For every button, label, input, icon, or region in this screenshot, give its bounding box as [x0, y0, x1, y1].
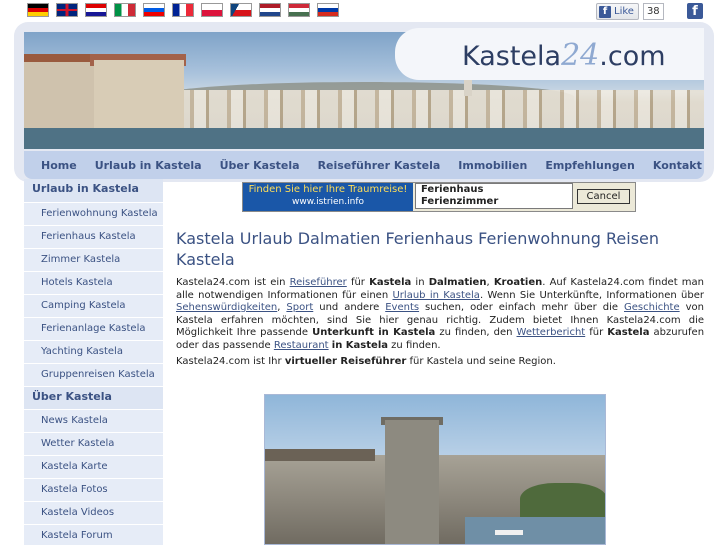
ad-listbox[interactable]: Ferienhaus Ferienzimmer ▲ ▼ — [415, 183, 573, 209]
link-sport[interactable]: Sport — [286, 302, 313, 313]
link-sehenswuerdigkeiten[interactable]: Sehenswürdigkeiten — [176, 302, 277, 313]
sidebar-item-camping[interactable]: Camping Kastela — [24, 294, 163, 317]
nav-immobilien[interactable]: Immobilien — [458, 159, 527, 172]
nav-home[interactable]: Home — [41, 159, 77, 172]
sidebar-item-fotos[interactable]: Kastela Fotos — [24, 478, 163, 501]
top-bar: f Like 38 f — [0, 0, 727, 22]
like-label: Like — [614, 6, 634, 17]
sidebar-item-yachting[interactable]: Yachting Kastela — [24, 340, 163, 363]
sidebar-item-news[interactable]: News Kastela — [24, 409, 163, 432]
flag-de-icon[interactable] — [27, 3, 49, 17]
link-reisefuehrer[interactable]: Reiseführer — [290, 277, 347, 288]
sidebar-item-ferienhaus[interactable]: Ferienhaus Kastela — [24, 225, 163, 248]
ad-cancel-button[interactable]: Cancel — [577, 189, 630, 204]
sidebar-item-ferienwohnung[interactable]: Ferienwohnung Kastela — [24, 202, 163, 225]
nav-ueber-kastela[interactable]: Über Kastela — [220, 159, 300, 172]
link-urlaub[interactable]: Urlaub in Kastela — [392, 290, 479, 301]
facebook-icon[interactable]: f — [687, 3, 703, 19]
kastela-castle-photo — [264, 394, 606, 545]
intro-paragraph: Kastela24.com ist ein Reiseführer für Ka… — [176, 277, 705, 351]
sidebar-section-ueber[interactable]: Über Kastela — [24, 386, 163, 409]
sidebar-item-forum[interactable]: Kastela Forum — [24, 524, 163, 545]
flag-gb-icon[interactable] — [56, 3, 78, 17]
page-title: Kastela Urlaub Dalmatien Ferienhaus Feri… — [176, 229, 660, 269]
sidebar-item-videos[interactable]: Kastela Videos — [24, 501, 163, 524]
sidebar-item-zimmer[interactable]: Zimmer Kastela — [24, 248, 163, 271]
ad-banner: Finden Sie hier Ihre Traumreise! www.ist… — [242, 182, 636, 212]
ad-url: www.istrien.info — [291, 197, 365, 207]
ad-option-ferienzimmer[interactable]: Ferienzimmer — [421, 196, 572, 208]
flag-it-icon[interactable] — [114, 3, 136, 17]
link-geschichte[interactable]: Geschichte — [624, 302, 680, 313]
sidebar-item-gruppenreisen[interactable]: Gruppenreisen Kastela — [24, 363, 163, 386]
flag-hr-icon[interactable] — [85, 3, 107, 17]
ad-link[interactable]: Finden Sie hier Ihre Traumreise! www.ist… — [243, 183, 413, 211]
main-content: Kastela Urlaub Dalmatien Ferienhaus Feri… — [176, 228, 704, 368]
ad-option-ferienhaus[interactable]: Ferienhaus — [421, 184, 572, 196]
ad-headline: Finden Sie hier Ihre Traumreise! — [248, 184, 408, 195]
sidebar-section-urlaub[interactable]: Urlaub in Kastela — [24, 179, 163, 202]
link-events[interactable]: Events — [385, 302, 419, 313]
nav-empfehlungen[interactable]: Empfehlungen — [545, 159, 635, 172]
sidebar: Urlaub in Kastela Ferienwohnung Kastela … — [24, 179, 163, 545]
flag-pl-icon[interactable] — [201, 3, 223, 17]
main-navigation: Home Urlaub in Kastela Über Kastela Reis… — [24, 151, 704, 179]
sidebar-item-wetter[interactable]: Wetter Kastela — [24, 432, 163, 455]
flag-ru-icon[interactable] — [317, 3, 339, 17]
link-restaurant[interactable]: Restaurant — [274, 340, 329, 351]
sidebar-item-karte[interactable]: Kastela Karte — [24, 455, 163, 478]
flag-cz-icon[interactable] — [230, 3, 252, 17]
like-count: 38 — [642, 3, 664, 20]
flag-si-icon[interactable] — [143, 3, 165, 17]
flag-fr-icon[interactable] — [172, 3, 194, 17]
link-wetterbericht[interactable]: Wetterbericht — [517, 327, 586, 338]
facebook-like-button[interactable]: f Like — [596, 3, 639, 20]
sidebar-item-hotels[interactable]: Hotels Kastela — [24, 271, 163, 294]
flag-hu-icon[interactable] — [288, 3, 310, 17]
secondary-paragraph: Kastela24.com ist Ihr virtueller Reisefü… — [176, 356, 556, 367]
facebook-logo-icon: f — [599, 5, 611, 18]
nav-kontakt[interactable]: Kontakt — [653, 159, 702, 172]
language-flags — [27, 3, 339, 17]
site-logo[interactable]: Kastela24.com — [462, 38, 666, 73]
sidebar-item-ferienanlage[interactable]: Ferienanlage Kastela — [24, 317, 163, 340]
nav-reisefuehrer-kastela[interactable]: Reiseführer Kastela — [318, 159, 441, 172]
nav-urlaub-in-kastela[interactable]: Urlaub in Kastela — [95, 159, 202, 172]
facebook-like-widget: f Like 38 — [596, 3, 664, 20]
flag-nl-icon[interactable] — [259, 3, 281, 17]
